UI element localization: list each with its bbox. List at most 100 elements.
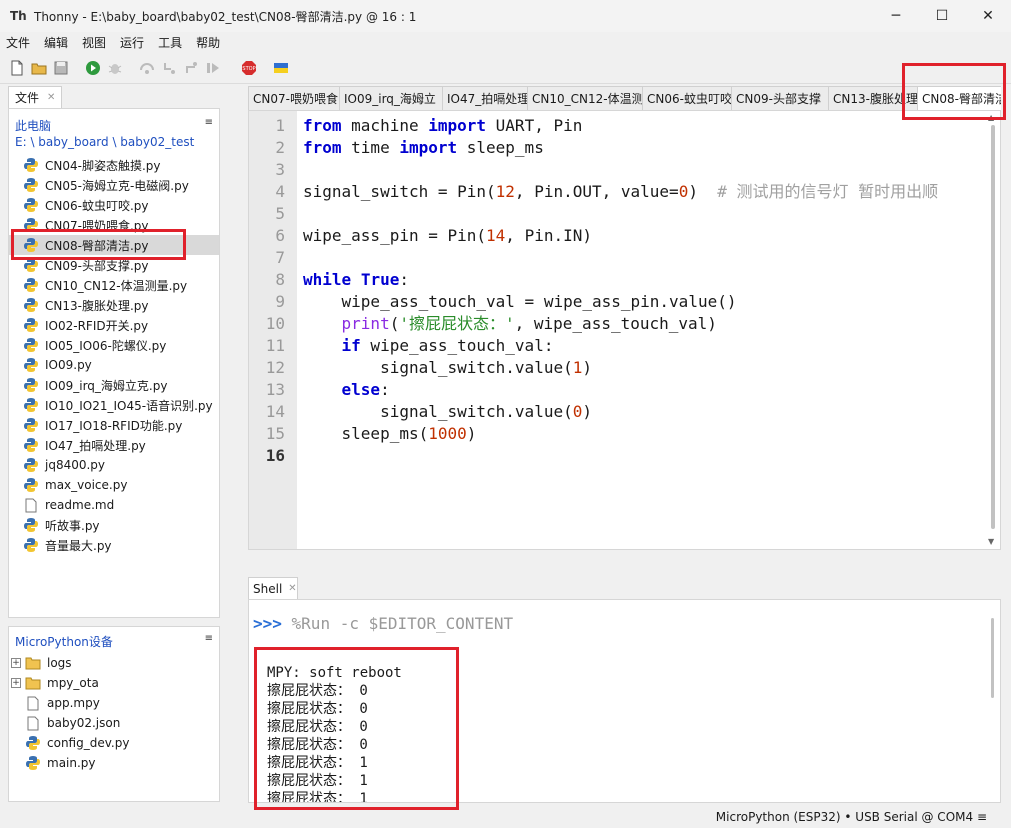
file-item[interactable]: readme.md [9, 495, 219, 515]
device-folder-item[interactable]: + logs [9, 653, 219, 673]
menu-view[interactable]: 视图 [82, 34, 106, 51]
editor-tab[interactable]: CN08-臀部清洁 [917, 86, 1001, 110]
scroll-down-icon[interactable]: ▼ [988, 537, 994, 546]
file-item[interactable]: 音量最大.py [9, 535, 219, 555]
editor-tab[interactable]: CN07-喂奶喂食 [248, 86, 340, 110]
code-line: wipe_ass_touch_val = wipe_ass_pin.value(… [303, 292, 737, 311]
file-item[interactable]: CN13-腹胀处理.py [9, 295, 219, 315]
menu-file[interactable]: 文件 [6, 34, 30, 51]
scroll-up-icon[interactable]: ▲ [988, 113, 994, 122]
editor-tab[interactable]: CN09-头部支撑 [731, 86, 829, 110]
svg-text:STOP: STOP [242, 66, 255, 72]
file-list: CN04-脚姿态触摸.py CN05-海姆立克-电磁阀.py CN06-蚊虫叮咬.p… [9, 155, 219, 555]
editor-tab[interactable]: IO09_irq_海姆立 [339, 86, 443, 110]
close-icon[interactable]: ✕ [47, 92, 55, 103]
shell-output-line: MPY: soft reboot [267, 665, 402, 681]
file-item[interactable]: 听故事.py [9, 515, 219, 535]
file-name: CN08-臀部清洁.py [45, 238, 149, 253]
file-item[interactable]: max_voice.py [9, 475, 219, 495]
file-item[interactable]: CN09-头部支撑.py [9, 255, 219, 275]
file-item[interactable]: CN07-喂奶喂食.py [9, 215, 219, 235]
code-line: if wipe_ass_touch_val: [341, 336, 554, 355]
device-file-list: + logs + mpy_ota app.mpy baby02.json config_de… [9, 653, 219, 773]
step-out-icon[interactable] [182, 59, 200, 77]
file-item[interactable]: CN06-蚊虫叮咬.py [9, 195, 219, 215]
file-name: CN09-头部支撑.py [45, 258, 149, 273]
shell-output-line: 擦屁屁状态： 1 [267, 755, 368, 771]
device-file-item[interactable]: baby02.json [9, 713, 219, 733]
ukraine-flag-icon[interactable] [272, 59, 290, 77]
stop-icon[interactable]: STOP [240, 59, 258, 77]
expand-icon[interactable]: + [11, 678, 21, 688]
file-item[interactable]: IO05_IO06-陀螺仪.py [9, 335, 219, 355]
shell-prompt: >>> [253, 614, 282, 633]
file-item[interactable]: IO10_IO21_IO45-语音识别.py [9, 395, 219, 415]
menu-edit[interactable]: 编辑 [44, 34, 68, 51]
python-file-icon [26, 736, 40, 750]
file-item[interactable]: IO17_IO18-RFID功能.py [9, 415, 219, 435]
file-item[interactable]: CN10_CN12-体温测量.py [9, 275, 219, 295]
editor-tab[interactable]: CN06-蚊虫叮咬 [642, 86, 732, 110]
line-number: 7 [275, 248, 285, 267]
interpreter-status[interactable]: MicroPython (ESP32) • USB Serial @ COM4 … [716, 810, 987, 824]
device-file-item[interactable]: config_dev.py [9, 733, 219, 753]
maximize-button[interactable]: ☐ [919, 0, 965, 32]
device-folder-item[interactable]: + mpy_ota [9, 673, 219, 693]
file-item[interactable]: jq8400.py [9, 455, 219, 475]
shell-output-line: 擦屁屁状态： 0 [267, 719, 368, 735]
editor-scrollbar[interactable]: ▲ ▼ [986, 111, 1000, 549]
python-file-icon [24, 258, 38, 272]
location-path[interactable]: E: \ baby_board \ baby02_test [15, 135, 194, 149]
folder-icon [25, 657, 41, 670]
scrollbar-thumb[interactable] [991, 125, 995, 529]
code-area[interactable]: from machine import UART, Pin from time … [303, 115, 983, 545]
device-menu-icon[interactable]: ≡ [205, 633, 213, 644]
file-item[interactable]: IO47_拍嗝处理.py [9, 435, 219, 455]
tab-files[interactable]: 文件 ✕ [8, 86, 62, 108]
menu-tools[interactable]: 工具 [158, 34, 182, 51]
menu-run[interactable]: 运行 [120, 34, 144, 51]
shell-panel[interactable]: >>> %Run -c $EDITOR_CONTENT MPY: soft re… [248, 599, 1001, 803]
debug-icon[interactable] [106, 59, 124, 77]
expand-icon[interactable]: + [11, 658, 21, 668]
device-file-item[interactable]: main.py [9, 753, 219, 773]
editor-tab[interactable]: IO47_拍嗝处理 [442, 86, 528, 110]
editor-tab[interactable]: CN13-腹胀处理 [828, 86, 918, 110]
shell-prompt-line: >>> %Run -c $EDITOR_CONTENT [253, 614, 513, 633]
file-name: CN13-腹胀处理.py [45, 298, 149, 313]
python-file-icon [24, 458, 38, 472]
file-item[interactable]: CN04-脚姿态触摸.py [9, 155, 219, 175]
close-button[interactable]: ✕ [965, 0, 1011, 32]
save-icon[interactable] [52, 59, 70, 77]
location-title[interactable]: 此电脑 [15, 117, 51, 134]
panel-menu-icon[interactable]: ≡ [205, 117, 213, 128]
file-item[interactable]: CN05-海姆立克-电磁阀.py [9, 175, 219, 195]
file-item[interactable]: IO09_irq_海姆立克.py [9, 375, 219, 395]
file-item[interactable]: CN08-臀部清洁.py [9, 235, 219, 255]
shell-scrollbar-thumb[interactable] [991, 618, 994, 698]
editor-tab[interactable]: CN10_CN12-体温测 [527, 86, 643, 110]
step-over-icon[interactable] [138, 59, 156, 77]
python-file-icon [24, 478, 38, 492]
new-file-icon[interactable] [8, 59, 26, 77]
file-name: 听故事.py [45, 518, 100, 533]
device-title[interactable]: MicroPython设备 [15, 633, 113, 650]
tab-files-label: 文件 [15, 91, 40, 105]
file-item[interactable]: IO02-RFID开关.py [9, 315, 219, 335]
step-into-icon[interactable] [160, 59, 178, 77]
device-file-item[interactable]: app.mpy [9, 693, 219, 713]
run-icon[interactable] [84, 59, 102, 77]
resume-icon[interactable] [204, 59, 222, 77]
minimize-button[interactable]: ─ [873, 0, 919, 32]
menu-help[interactable]: 帮助 [196, 34, 220, 51]
shell-output-line: 擦屁屁状态： 1 [267, 773, 368, 789]
python-file-icon [24, 338, 38, 352]
close-icon[interactable]: ✕ [288, 583, 296, 594]
code-line: else: [341, 380, 390, 399]
tab-shell[interactable]: Shell ✕ [248, 577, 298, 599]
file-item[interactable]: IO09.py [9, 355, 219, 375]
line-number: 10 [265, 314, 285, 333]
open-folder-icon[interactable] [30, 59, 48, 77]
code-editor[interactable]: 1 2 3 4 5 6 7 8 9 10 11 12 13 14 15 16 from machine imp… [248, 110, 1001, 550]
